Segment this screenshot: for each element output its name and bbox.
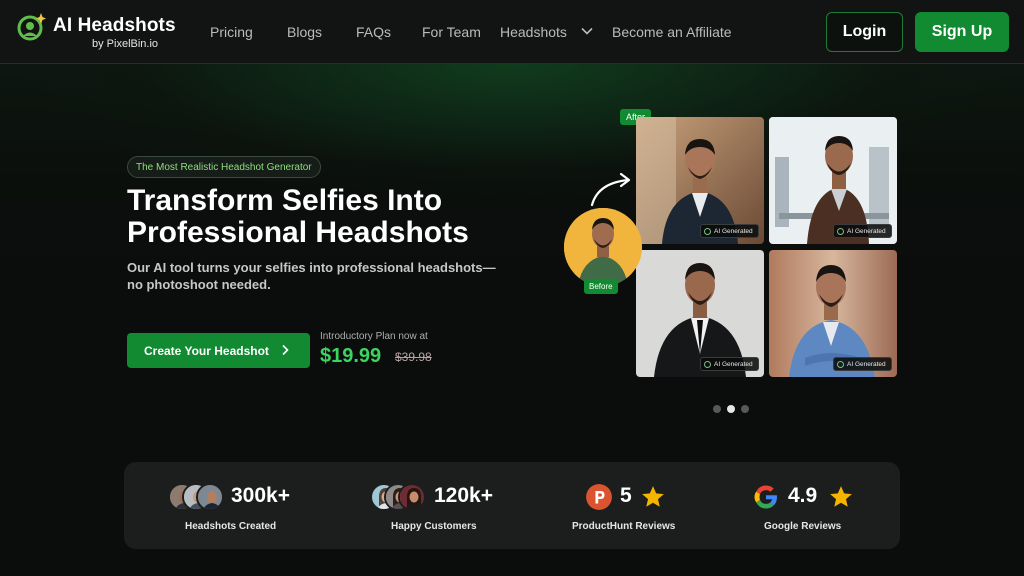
- brand-title: AI Headshots: [53, 15, 176, 36]
- stat-label: Headshots Created: [185, 521, 277, 532]
- carousel-dot-2[interactable]: [727, 405, 735, 413]
- nav-faqs[interactable]: FAQs: [356, 24, 391, 40]
- headshot-photo-2: AI Generated: [769, 117, 897, 244]
- avatar-group: [168, 483, 228, 511]
- avatar-group: [370, 483, 430, 511]
- hero-title-line1: Transform Selfies Into: [127, 184, 443, 217]
- ai-badge-label: AI Generated: [714, 360, 753, 368]
- old-price: $39.98: [395, 350, 432, 364]
- stat-headshots-created: 300k+ Headshots Created: [124, 462, 324, 549]
- stat-happy-customers: 120k+ Happy Customers: [324, 462, 524, 549]
- signup-button[interactable]: Sign Up: [915, 12, 1009, 52]
- ai-generated-badge: AI Generated: [700, 224, 759, 238]
- cta-label: Create Your Headshot: [144, 343, 269, 358]
- ai-badge-icon: [704, 227, 711, 235]
- headshot-photo-4: AI Generated: [769, 250, 897, 377]
- before-tag: Before: [584, 279, 618, 294]
- google-icon: [754, 485, 777, 509]
- nav-pricing[interactable]: Pricing: [210, 24, 253, 40]
- navbar: AI Headshots by PixelBin.io Pricing Blog…: [0, 0, 1024, 64]
- stat-producthunt: 5 ProductHunt Reviews: [524, 462, 724, 549]
- avatar: [196, 483, 224, 511]
- ai-badge-icon: [837, 227, 844, 235]
- brand-subtitle: by PixelBin.io: [92, 38, 159, 50]
- ai-generated-badge: AI Generated: [833, 357, 892, 371]
- stat-value: 300k+: [231, 484, 290, 507]
- hero-pill-badge: The Most Realistic Headshot Generator: [127, 156, 321, 178]
- logo-icon: [17, 13, 46, 41]
- star-icon: [830, 486, 852, 507]
- ai-badge-label: AI Generated: [847, 227, 886, 235]
- logo[interactable]: AI Headshots by PixelBin.io: [15, 11, 185, 55]
- stat-value: 120k+: [434, 484, 493, 507]
- selfie-image: [564, 208, 642, 286]
- curved-arrow-icon: [590, 172, 631, 207]
- nav-for-team[interactable]: For Team: [422, 24, 481, 40]
- stat-label: ProductHunt Reviews: [572, 521, 676, 532]
- avatar: [398, 483, 426, 511]
- stat-value: 5: [620, 484, 632, 507]
- hero-desc-line1: Our AI tool turns your selfies into prof…: [127, 260, 496, 275]
- chevron-right-icon: [282, 344, 289, 356]
- create-headshot-button[interactable]: Create Your Headshot: [127, 333, 310, 368]
- hero-title: Transform Selfies Into Professional Head…: [127, 185, 547, 249]
- ai-badge-icon: [837, 360, 844, 368]
- headshot-photo-1: AI Generated: [636, 117, 764, 244]
- carousel-dot-1[interactable]: [713, 405, 721, 413]
- stats-bar: 300k+ Headshots Created 120k+ Happy Cust…: [124, 462, 900, 549]
- carousel-dots: [712, 405, 752, 415]
- producthunt-icon: [586, 484, 612, 510]
- price: $19.99: [320, 345, 382, 367]
- ai-badge-label: AI Generated: [847, 360, 886, 368]
- hero-description: Our AI tool turns your selfies into prof…: [127, 259, 507, 293]
- nav-blogs[interactable]: Blogs: [287, 24, 322, 40]
- star-icon: [642, 486, 664, 507]
- hero-desc-line2: no photoshoot needed.: [127, 277, 271, 292]
- carousel-dot-3[interactable]: [741, 405, 749, 413]
- ai-badge-icon: [704, 360, 711, 368]
- stat-google-reviews: 4.9 Google Reviews: [724, 462, 900, 549]
- nav-become-affiliate[interactable]: Become an Affiliate: [612, 24, 732, 40]
- intro-plan-text: Introductory Plan now at: [320, 331, 428, 342]
- stat-label: Happy Customers: [391, 521, 477, 532]
- ai-generated-badge: AI Generated: [700, 357, 759, 371]
- headshot-photo-3: AI Generated: [636, 250, 764, 377]
- stat-label: Google Reviews: [764, 521, 842, 532]
- login-button[interactable]: Login: [826, 12, 903, 52]
- chevron-down-icon[interactable]: [580, 24, 594, 38]
- stat-value: 4.9: [788, 484, 818, 507]
- ai-badge-label: AI Generated: [714, 227, 753, 235]
- hero-title-line2: Professional Headshots: [127, 216, 469, 249]
- ai-generated-badge: AI Generated: [833, 224, 892, 238]
- nav-headshots[interactable]: Headshots: [500, 24, 567, 40]
- before-selfie: [564, 208, 642, 286]
